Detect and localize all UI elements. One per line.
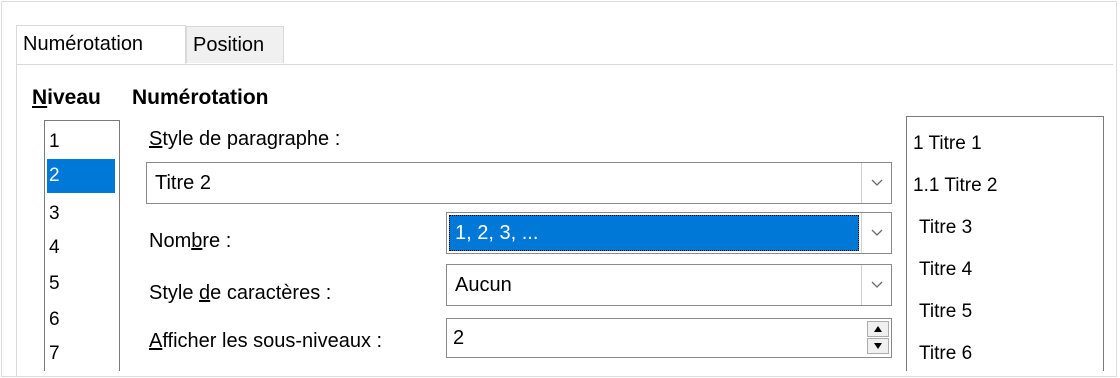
sublevels-mnemonic: A [149, 330, 163, 352]
tab-position[interactable]: Position [186, 26, 284, 63]
char-style-label: Style de caractères : [149, 282, 331, 305]
char-style-combo[interactable]: Aucun [446, 264, 892, 306]
number-label-b: re : [202, 230, 232, 252]
level-heading-rest: iveau [47, 86, 101, 109]
char-style-label-b: e caractères : [210, 282, 332, 304]
level-item-5[interactable]: 5 [47, 267, 115, 301]
level-heading: Niveau [32, 86, 101, 110]
level-item-6[interactable]: 6 [47, 303, 115, 337]
paragraph-style-label: Style de paragraphe : [149, 128, 340, 151]
number-label: Nombre : [149, 230, 231, 253]
paragraph-style-label-rest: tyle de paragraphe : [162, 128, 341, 150]
spinner-buttons [867, 321, 889, 355]
chevron-down-icon[interactable] [861, 265, 891, 305]
preview-line-6: Titre 6 [919, 343, 973, 364]
preview-line-1: 1 Titre 1 [913, 133, 982, 154]
paragraph-style-value: Titre 2 [155, 172, 211, 194]
level-item-4[interactable]: 4 [47, 231, 115, 265]
sublevels-label: Afficher les sous-niveaux : [149, 330, 382, 353]
preview-line-5: Titre 5 [919, 301, 973, 322]
char-style-label-a: Style [149, 282, 200, 304]
tab-position-label: Position [193, 34, 265, 56]
number-combo[interactable]: 1, 2, 3, ... [446, 212, 892, 254]
numbering-dialog: Numérotation Position Niveau Numérotatio… [0, 0, 1120, 378]
level-item-3[interactable]: 3 [47, 197, 115, 231]
char-style-value: Aucun [455, 274, 512, 296]
paragraph-style-combo[interactable]: Titre 2 [146, 162, 892, 204]
number-label-mnemonic: b [191, 230, 203, 252]
char-style-mnemonic: d [199, 282, 211, 304]
preview-line-2: 1.1 Titre 2 [913, 175, 998, 196]
chevron-down-icon[interactable] [861, 163, 891, 203]
sublevels-label-rest: fficher les sous-niveaux : [162, 330, 383, 352]
sublevels-value: 2 [453, 327, 465, 349]
level-item-1[interactable]: 1 [47, 125, 115, 159]
preview-line-4: Titre 4 [919, 259, 973, 280]
number-value: 1, 2, 3, ... [455, 222, 539, 244]
level-list[interactable]: 1 2 3 4 5 6 7 [44, 120, 120, 371]
tab-numerotation-label: Numérotation [23, 33, 144, 55]
number-label-a: Nom [149, 230, 192, 252]
numbering-heading: Numérotation [132, 86, 269, 109]
preview-line-3: Titre 3 [919, 217, 973, 238]
sublevels-spinner[interactable]: 2 [446, 318, 892, 358]
paragraph-style-mnemonic: S [149, 128, 163, 150]
numbering-preview: 1 Titre 1 1.1 Titre 2 Titre 3 Titre 4 Ti… [906, 116, 1104, 371]
level-item-2[interactable]: 2 [47, 159, 115, 193]
level-item-7[interactable]: 7 [47, 337, 115, 371]
level-heading-mnemonic: N [32, 86, 48, 109]
tab-numerotation[interactable]: Numérotation [16, 25, 186, 64]
triangle-up-icon[interactable] [867, 321, 889, 337]
triangle-down-icon[interactable] [867, 338, 889, 354]
chevron-down-icon[interactable] [861, 213, 891, 253]
